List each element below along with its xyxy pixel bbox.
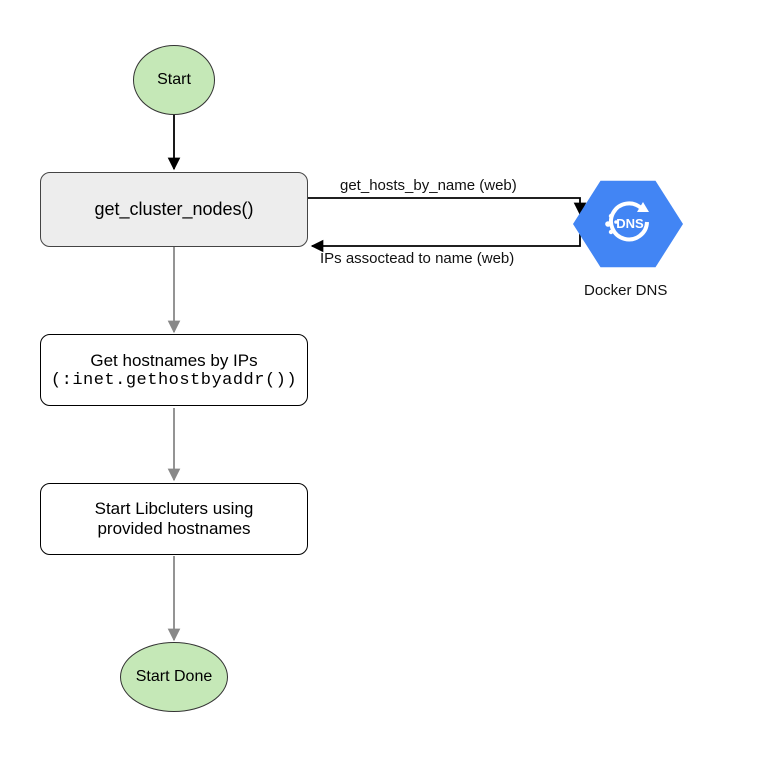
start-done-node: Start Done (120, 642, 228, 712)
start-libclusters-line1: Start Libcluters using (95, 499, 254, 519)
dns-icon: DNS (573, 176, 683, 272)
docker-dns-label: Docker DNS (584, 282, 667, 299)
get-cluster-nodes-label: get_cluster_nodes() (94, 199, 253, 220)
start-node: Start (133, 45, 215, 115)
get-hostnames-line1: Get hostnames by IPs (90, 351, 257, 371)
start-libclusters-node: Start Libcluters using provided hostname… (40, 483, 308, 555)
get-hostnames-node: Get hostnames by IPs (:inet.gethostbyadd… (40, 334, 308, 406)
edge-from-dns-label: IPs assoctead to name (web) (320, 250, 514, 267)
edge-to-dns-label: get_hosts_by_name (web) (340, 177, 517, 194)
get-cluster-nodes-node: get_cluster_nodes() (40, 172, 308, 247)
start-libclusters-line2: provided hostnames (97, 519, 250, 539)
dns-icon-text: DNS (616, 216, 644, 231)
start-done-label: Start Done (136, 668, 212, 686)
get-hostnames-line2: (:inet.gethostbyaddr()) (51, 371, 297, 390)
start-label: Start (157, 71, 191, 89)
